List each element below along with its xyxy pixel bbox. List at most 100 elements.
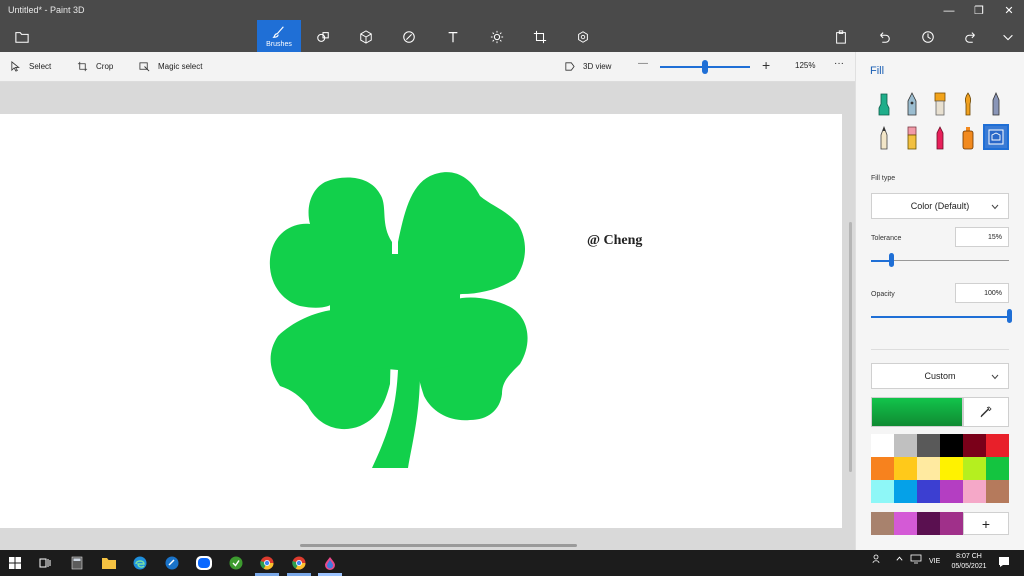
opacity-slider-fill [871,315,1009,318]
more-options-button[interactable]: ··· [834,58,844,69]
cube-icon [360,30,372,44]
input-language[interactable]: VIE [929,558,940,565]
text-icon [448,32,458,43]
opacity-slider-thumb[interactable] [1006,309,1012,323]
palette-swatch[interactable] [894,434,917,457]
history-button[interactable] [906,22,950,52]
oil-brush-tool[interactable] [927,90,953,116]
color-mode-dropdown[interactable]: Custom [871,363,1009,389]
taskbar-paint-3d[interactable] [321,554,339,572]
select-button[interactable]: Select [10,61,51,72]
pixel-pen-tool[interactable] [983,90,1009,116]
palette-swatch[interactable] [871,480,894,503]
2d-shapes-tab[interactable] [301,22,345,52]
palette-swatch[interactable] [917,480,940,503]
3d-shapes-tab[interactable] [344,22,388,52]
close-button[interactable]: ✕ [994,2,1024,20]
palette-swatch[interactable] [871,434,894,457]
palette-swatch[interactable] [986,457,1009,480]
palette-swatch[interactable] [917,434,940,457]
palette-swatch[interactable] [917,457,940,480]
start-button[interactable] [6,554,24,572]
crayon-tool[interactable] [927,124,953,150]
crop-button[interactable]: Crop [77,61,113,72]
magic-select-button[interactable]: Magic select [139,61,202,72]
windows-taskbar: VIE 8:07 CH 05/05/2021 [0,550,1024,576]
task-view-button[interactable] [36,554,54,572]
watercolor-tool[interactable] [955,90,981,116]
spray-can-tool[interactable] [955,124,981,150]
custom-color-swatch[interactable] [940,512,963,535]
palette-swatch[interactable] [894,480,917,503]
minimize-button[interactable]: — [934,2,964,20]
custom-color-swatch[interactable] [917,512,940,535]
tolerance-input[interactable]: 15% [955,227,1009,247]
chevron-up-icon [896,556,903,561]
taskbar-calculator[interactable] [68,554,86,572]
taskbar-app-green[interactable] [227,554,245,572]
palette-swatch[interactable] [894,457,917,480]
fill-type-dropdown[interactable]: Color (Default) [871,193,1009,219]
marker-tool[interactable] [871,90,897,116]
maximize-button[interactable]: ❐ [964,2,994,20]
oil-brush-icon [934,92,946,116]
people-icon[interactable] [872,554,882,566]
magic-select-icon [139,62,150,72]
eyedropper-button[interactable] [963,397,1009,427]
custom-color-swatch[interactable] [871,512,894,535]
paste-button[interactable] [819,22,863,52]
shapes-2d-icon [317,32,329,42]
palette-swatch[interactable] [963,434,986,457]
palette-swatch[interactable] [940,457,963,480]
palette-swatch[interactable] [986,434,1009,457]
taskbar-file-explorer[interactable] [100,554,118,572]
text-tab[interactable] [431,22,475,52]
action-center-button[interactable] [998,556,1010,570]
taskbar-edge[interactable] [131,554,149,572]
effects-tab[interactable] [475,22,519,52]
taskbar-chrome-2[interactable] [290,554,308,572]
palette-swatch[interactable] [963,480,986,503]
zoom-in-button[interactable]: + [762,57,770,73]
palette-swatch[interactable] [940,434,963,457]
current-color-swatch[interactable] [871,397,963,427]
taskbar-app-blue[interactable] [163,554,181,572]
paint-3d-icon [325,557,335,570]
expand-menu-button[interactable] [986,22,1024,52]
zoom-out-button[interactable]: — [638,58,648,69]
fill-tool[interactable] [983,124,1009,150]
zoom-level: 125% [795,61,816,70]
custom-color-swatch[interactable] [894,512,917,535]
canvas-tab[interactable] [518,22,562,52]
brushes-tab[interactable]: Brushes [257,20,301,52]
system-clock[interactable]: 8:07 CH 05/05/2021 [946,552,992,572]
palette-swatch[interactable] [963,457,986,480]
menu-folder-icon[interactable] [0,22,44,52]
vertical-scrollbar[interactable] [849,222,852,472]
selection-toolbar: Select Crop Magic select 3D view — + 125… [0,52,855,82]
brushes-label: Brushes [266,40,292,48]
palette-swatch[interactable] [871,457,894,480]
undo-button[interactable] [862,22,906,52]
taskbar-chrome-1[interactable] [258,554,276,572]
palette-swatch[interactable] [940,480,963,503]
add-color-button[interactable]: + [963,512,1009,535]
tolerance-slider-thumb[interactable] [889,253,895,267]
calligraphy-pen-tool[interactable] [899,90,925,116]
four-leaf-clover-shape [269,172,528,468]
horizontal-scrollbar[interactable] [300,544,577,547]
windows-logo-icon [9,557,21,569]
network-icon[interactable] [910,554,922,566]
eraser-tool[interactable] [899,124,925,150]
3d-library-tab[interactable] [561,22,605,52]
panel-divider [871,349,1009,350]
show-hidden-icons-button[interactable] [895,554,904,565]
3d-view-button[interactable]: 3D view [564,61,611,72]
zoom-slider-thumb[interactable] [702,60,708,74]
opacity-input[interactable]: 100% [955,283,1009,303]
taskbar-zalo[interactable] [195,554,213,572]
palette-swatch[interactable] [986,480,1009,503]
pencil-tool[interactable] [871,124,897,150]
stickers-tab[interactable] [387,22,431,52]
drawing-canvas[interactable]: @ Cheng [0,114,842,528]
